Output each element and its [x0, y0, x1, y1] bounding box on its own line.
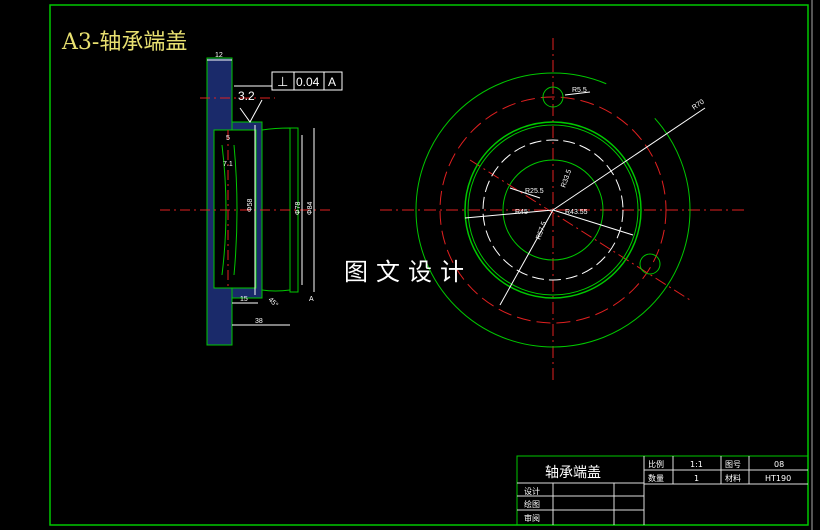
svg-text:⊥: ⊥ — [277, 74, 288, 89]
dim-7-1: 7.1 — [223, 161, 233, 168]
cad-drawing: 12 5 7.1 Φ58 Φ78 Φ84 15 38 45° A 3.2 ⊥ 0… — [0, 0, 820, 530]
sheet-title: A3-轴承端盖 — [62, 30, 188, 55]
dim-12: 12 — [215, 52, 223, 59]
label-design: 设计 — [524, 486, 540, 496]
value-drawing-no: 08 — [774, 460, 784, 469]
label-draw: 绘图 — [524, 499, 540, 509]
dim-5: 5 — [226, 135, 230, 142]
dim-d84: Φ84 — [307, 202, 314, 215]
dim-d58: Φ58 — [247, 199, 254, 212]
label-review: 审阅 — [524, 513, 540, 523]
dim-r5-5: R5.5 — [572, 87, 587, 94]
value-qty: 1 — [694, 474, 699, 483]
watermark: 图文设计 — [344, 258, 472, 286]
label-scale: 比例 — [648, 459, 664, 469]
dim-r43-55: R43.55 — [565, 209, 588, 216]
dim-15: 15 — [240, 296, 248, 303]
label-material: 材料 — [725, 473, 741, 483]
dim-r70: R70 — [691, 98, 706, 111]
label-qty: 数量 — [648, 473, 664, 483]
value-scale: 1:1 — [690, 460, 703, 469]
dim-38: 38 — [255, 318, 263, 325]
dim-45deg: 45° — [267, 296, 280, 309]
dim-d78: Φ78 — [295, 202, 302, 215]
dim-r33-5: R33.5 — [560, 169, 573, 189]
part-name: 轴承端盖 — [545, 465, 601, 481]
dim-r57-5: R57.5 — [535, 221, 548, 241]
dim-r45: R45 — [515, 209, 528, 216]
roughness: 3.2 — [238, 89, 255, 103]
front-view — [380, 38, 745, 380]
datum-a: A — [309, 296, 314, 303]
label-drawing-no: 图号 — [725, 460, 741, 469]
value-material: HT190 — [765, 474, 791, 483]
svg-text:A: A — [328, 75, 336, 89]
svg-text:0.04: 0.04 — [296, 75, 320, 89]
tolerance-frame: ⊥ 0.04 A — [271, 71, 343, 91]
dim-r25-5: R25.5 — [525, 188, 544, 195]
